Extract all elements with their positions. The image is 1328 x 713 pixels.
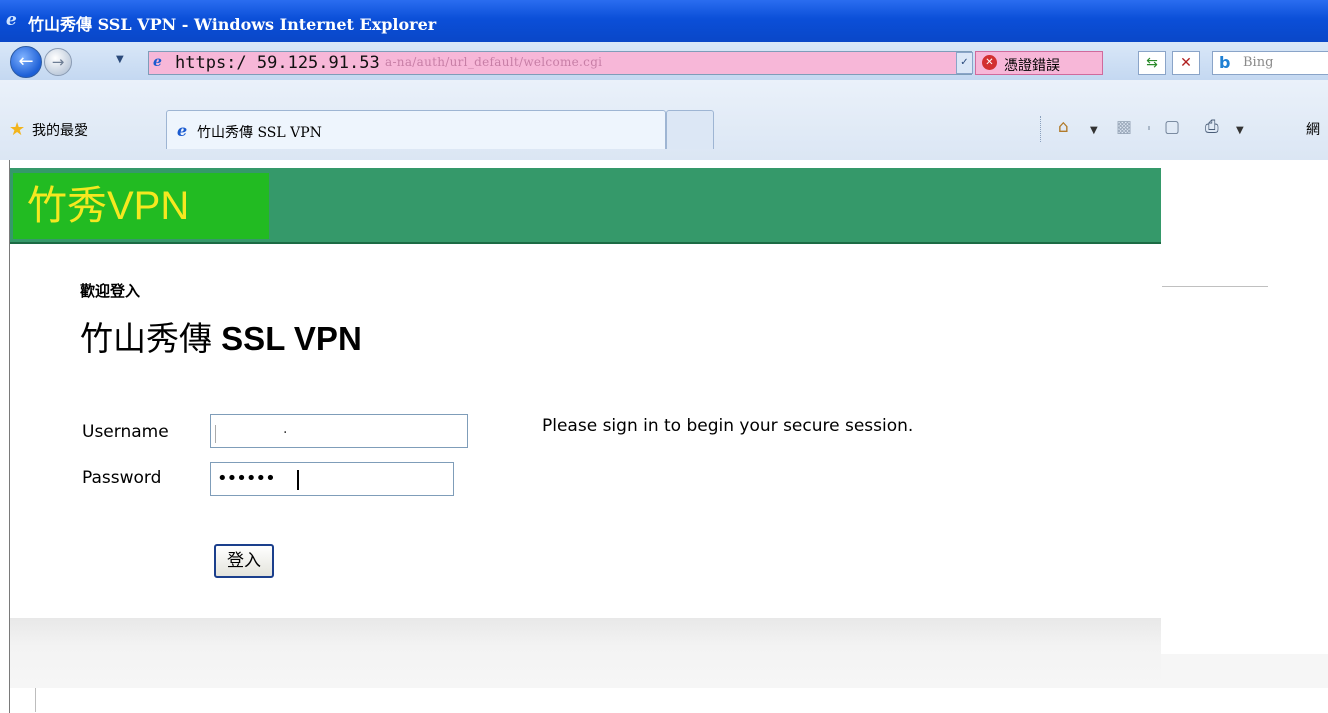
- search-placeholder: Bing: [1243, 55, 1274, 70]
- favorites-button[interactable]: 我的最愛: [32, 120, 88, 140]
- password-value: ••••••: [217, 468, 276, 489]
- print-dropdown-icon[interactable]: ▼: [1236, 122, 1244, 140]
- status-divider: [35, 688, 36, 712]
- right-pane: [1162, 198, 1328, 654]
- username-field-mark: [215, 425, 216, 443]
- stop-icon[interactable]: ✕: [1172, 51, 1200, 75]
- tab-active[interactable]: e 竹山秀傳 SSL VPN: [166, 110, 666, 149]
- right-pane-divider: [1162, 286, 1268, 287]
- page-menu-button[interactable]: 網: [1306, 119, 1320, 139]
- bing-icon: b: [1219, 53, 1231, 72]
- home-dropdown-icon[interactable]: ▼: [1090, 122, 1098, 140]
- page-title: 竹山秀傳 SSL VPN: [80, 312, 362, 360]
- new-tab-button[interactable]: [666, 110, 714, 149]
- right-pane-bg: [1162, 198, 1328, 654]
- address-dropdown-icon[interactable]: ✓: [956, 52, 973, 74]
- page-icon: e: [153, 54, 162, 70]
- star-icon[interactable]: ★: [9, 121, 25, 139]
- password-label: Password: [82, 468, 162, 488]
- address-url-rest: a-na/auth/url_default/welcome.cgi: [385, 55, 603, 69]
- username-field[interactable]: .: [210, 414, 468, 448]
- window-titlebar: e 竹山秀傳 SSL VPN - Windows Internet Explor…: [0, 0, 1328, 42]
- mail-icon[interactable]: ▢: [1164, 118, 1180, 136]
- back-arrow-icon[interactable]: ←: [10, 46, 42, 78]
- page-title-bold: SSL VPN: [221, 320, 362, 357]
- history-dropdown-icon[interactable]: ▼: [116, 54, 124, 65]
- site-logo: 竹秀VPN: [13, 173, 269, 239]
- address-url: https:/ 59.125.91.53: [175, 53, 380, 73]
- site-header: 竹秀VPN: [10, 168, 1161, 244]
- username-value: .: [283, 421, 288, 437]
- username-label: Username: [82, 422, 169, 442]
- favorites-toolbar: ★ 我的最愛 e 竹山秀傳 SSL VPN ⌂ ▼ ▩ ▢ ⎙ ▼ 網: [0, 80, 1328, 160]
- welcome-heading: 歡迎登入: [80, 282, 141, 300]
- printer-icon[interactable]: ⎙: [1205, 118, 1219, 136]
- page-viewport: 竹秀VPN 歡迎登入 竹山秀傳 SSL VPN Username . Passw…: [0, 160, 1328, 713]
- ie-icon: e: [6, 10, 17, 30]
- tab-ie-icon: e: [177, 121, 188, 140]
- rss-icon[interactable]: ▩: [1116, 118, 1132, 136]
- search-input[interactable]: b Bing: [1212, 51, 1328, 75]
- certificate-error-label: 憑證錯誤: [1004, 58, 1060, 74]
- page-title-prefix: 竹山秀傳: [80, 320, 222, 357]
- toolbar-separator-small: [1148, 126, 1150, 130]
- certificate-error-button[interactable]: ✕ 憑證錯誤: [975, 51, 1103, 75]
- password-field[interactable]: ••••••: [210, 462, 454, 496]
- forward-arrow-icon[interactable]: →: [44, 48, 72, 76]
- signin-hint: Please sign in to begin your secure sess…: [542, 416, 914, 436]
- home-icon[interactable]: ⌂: [1058, 118, 1069, 136]
- address-toolbar: ← → ▼ e https:/ 59.125.91.53 a-na/auth/u…: [0, 42, 1328, 80]
- refresh-icon[interactable]: ⇆: [1138, 51, 1166, 75]
- tab-label: 竹山秀傳 SSL VPN: [197, 125, 322, 141]
- shield-error-icon: ✕: [982, 55, 997, 70]
- address-input[interactable]: e https:/ 59.125.91.53 a-na/auth/url_def…: [148, 51, 972, 75]
- toolbar-separator: [1040, 116, 1041, 142]
- footer-bar-right: [1161, 654, 1328, 688]
- footer-bar: [10, 618, 1161, 688]
- signin-button[interactable]: 登入: [214, 544, 274, 578]
- text-caret: [297, 470, 299, 490]
- logo-text: 竹秀VPN: [27, 184, 190, 228]
- window-title: 竹山秀傳 SSL VPN - Windows Internet Explorer: [28, 15, 437, 34]
